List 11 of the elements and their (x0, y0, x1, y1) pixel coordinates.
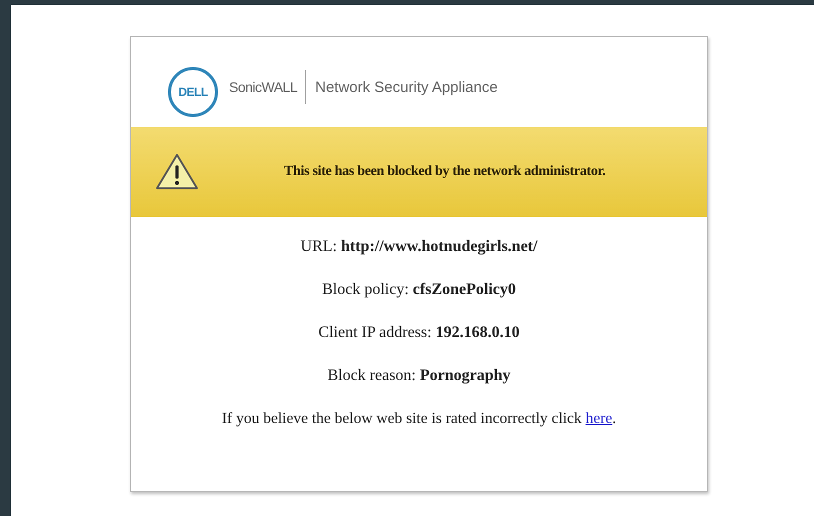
detail-line: Client IP address: 192.168.0.10 (318, 323, 520, 343)
warning-icon (155, 153, 199, 191)
logo-text: DELL (178, 85, 208, 99)
detail-line: Block reason: Pornography (327, 366, 511, 386)
blocked-message: This site has been blocked by the network administrator. (284, 164, 606, 180)
detail-line: URL: http://www.hotnudegirls.net/ (300, 237, 538, 257)
detail-line: Block policy: cfsZonePolicy0 (322, 280, 516, 300)
brand-name: SonicWALL (229, 79, 298, 95)
rating-notice: If you believe the below web site is rated incorrectly click here. (222, 409, 616, 429)
product-name: Network Security Appliance (315, 78, 498, 96)
here-link[interactable]: here (586, 410, 612, 427)
